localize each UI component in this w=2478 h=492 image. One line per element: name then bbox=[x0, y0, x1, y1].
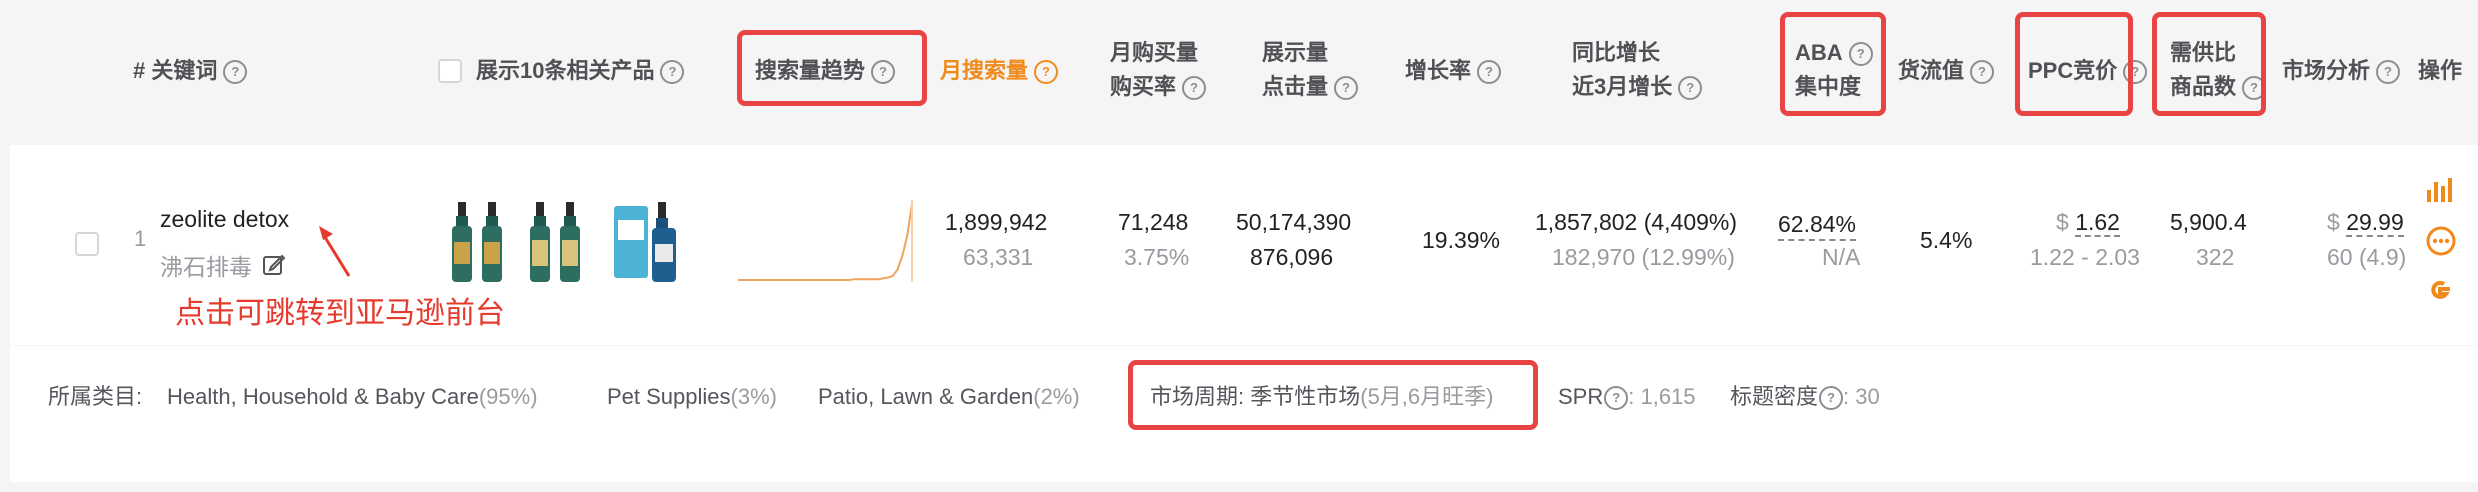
col-show10: 展示10条相关产品? bbox=[476, 54, 685, 88]
help-icon[interactable]: ? bbox=[1819, 386, 1844, 411]
category-2[interactable]: Pet Supplies(3%) bbox=[607, 380, 777, 414]
help-icon[interactable]: ? bbox=[1477, 60, 1502, 85]
market-sub: 60 (4.9) bbox=[2327, 244, 2407, 270]
annotation-arrow-icon bbox=[319, 226, 351, 277]
keyword-link[interactable]: zeolite detox bbox=[160, 206, 289, 233]
col-keyword: # 关键词? bbox=[133, 54, 248, 88]
monthly-search-value: 1,899,942 bbox=[945, 209, 1048, 235]
col-impressions[interactable]: 展示量 点击量? bbox=[1262, 36, 1359, 104]
table-header: # 关键词? 展示10条相关产品? 搜索量趋势? 月搜索量? 月购买量 购买率?… bbox=[0, 0, 2478, 142]
monthly-search-sub: 63,331 bbox=[963, 244, 1034, 270]
title-density-metric: 标题密度?: 30 bbox=[1730, 384, 1880, 411]
help-icon[interactable]: ? bbox=[2376, 60, 2401, 85]
monthly-buy-value: 71,248 bbox=[1118, 209, 1189, 235]
flow-value: 5.4% bbox=[1920, 227, 1973, 253]
help-icon[interactable]: ? bbox=[660, 60, 685, 85]
ppc-value: $ 1.62 bbox=[2056, 209, 2120, 237]
supply-ratio-value: 5,900.4 bbox=[2170, 209, 2247, 235]
google-search-icon[interactable] bbox=[2425, 276, 2455, 306]
aba-sub: N/A bbox=[1822, 244, 1861, 270]
market-price: $ 29.99 bbox=[2327, 209, 2404, 237]
row-index: 1 bbox=[134, 226, 147, 251]
more-options-icon[interactable] bbox=[2425, 225, 2457, 257]
highlight-box bbox=[2015, 12, 2133, 116]
product-thumbnail[interactable] bbox=[528, 200, 598, 286]
col-monthly-buy[interactable]: 月购买量 购买率? bbox=[1110, 36, 1207, 104]
category-1[interactable]: Health, Household & Baby Care(95%) bbox=[167, 380, 538, 414]
spr-metric: SPR?: 1,615 bbox=[1558, 384, 1696, 411]
growth-value: 19.39% bbox=[1422, 227, 1501, 253]
search-trend-chart[interactable] bbox=[738, 198, 916, 286]
col-growth[interactable]: 增长率? bbox=[1405, 54, 1502, 88]
clicks-value: 876,096 bbox=[1250, 244, 1334, 270]
trend-line bbox=[738, 203, 913, 281]
show10-checkbox[interactable] bbox=[438, 59, 462, 83]
help-icon[interactable]: ? bbox=[1034, 60, 1059, 85]
highlight-box bbox=[737, 30, 927, 106]
keyword-translation: 沸石排毒 bbox=[160, 254, 252, 280]
edit-icon[interactable] bbox=[262, 253, 286, 277]
impressions-value: 50,174,390 bbox=[1236, 209, 1352, 235]
yoy-value: 1,857,802 (4,409%) bbox=[1535, 209, 1738, 235]
help-icon[interactable]: ? bbox=[223, 60, 248, 85]
col-monthly-search[interactable]: 月搜索量? bbox=[940, 54, 1059, 88]
recent3m-value: 182,970 (12.99%) bbox=[1552, 244, 1735, 270]
category-3[interactable]: Patio, Lawn & Garden(2%) bbox=[818, 380, 1080, 414]
help-icon[interactable]: ? bbox=[1334, 76, 1359, 101]
col-market[interactable]: 市场分析? bbox=[2282, 54, 2401, 88]
help-icon[interactable]: ? bbox=[1970, 60, 1995, 85]
market-cycle: 市场周期: 季节性市场(5月,6月旺季) bbox=[1150, 384, 1494, 409]
category-label: 所属类目: bbox=[48, 384, 143, 409]
help-icon[interactable]: ? bbox=[1678, 76, 1703, 101]
product-thumbnail[interactable] bbox=[452, 200, 512, 286]
product-thumbnail[interactable] bbox=[612, 200, 682, 286]
help-icon[interactable]: ? bbox=[1182, 76, 1207, 101]
aba-value[interactable]: 62.84% bbox=[1778, 209, 1857, 241]
col-action: 操作 bbox=[2418, 58, 2463, 83]
row-checkbox[interactable] bbox=[75, 232, 99, 256]
buy-rate-value: 3.75% bbox=[1124, 244, 1190, 270]
help-icon[interactable]: ? bbox=[1604, 386, 1629, 411]
highlight-box bbox=[2152, 12, 2266, 116]
col-flow[interactable]: 货流值? bbox=[1898, 54, 1995, 88]
product-count-value: 322 bbox=[2196, 244, 2235, 270]
ppc-range: 1.22 - 2.03 bbox=[2030, 244, 2140, 270]
annotation-text: 点击可跳转到亚马逊前台 bbox=[175, 297, 505, 330]
highlight-box bbox=[1780, 12, 1886, 116]
chart-bars-icon[interactable] bbox=[2425, 176, 2455, 204]
col-yoy[interactable]: 同比增长 近3月增长? bbox=[1572, 36, 1703, 104]
